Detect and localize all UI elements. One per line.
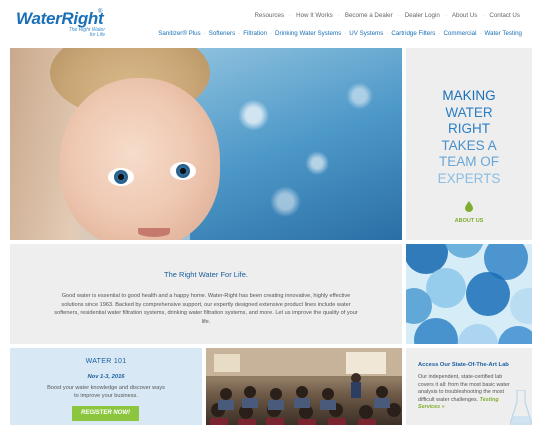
decorative-pattern bbox=[406, 244, 532, 344]
main-nav: Sanitizer® Plus · Softeners · Filtration · … bbox=[155, 30, 525, 37]
nav-water-testing[interactable]: Water Testing bbox=[482, 30, 525, 37]
water-101-date: Nov 1-3, 2016 bbox=[87, 374, 125, 380]
util-nav-how-it-works[interactable]: How It Works bbox=[291, 12, 338, 19]
utility-nav: Resources · How It Works · Become a Dealer… bbox=[249, 12, 525, 19]
nav-drinking-water-systems[interactable]: Drinking Water Systems bbox=[272, 30, 344, 37]
util-nav-about-us[interactable]: About Us bbox=[447, 12, 482, 19]
lab-body: Our independent, state-certified lab cov… bbox=[418, 374, 514, 412]
intro-body: Good water is essential to good health a… bbox=[54, 293, 358, 325]
about-us-link[interactable]: ABOUT US bbox=[406, 218, 532, 224]
logo-wordmark: WaterRight bbox=[16, 9, 104, 28]
tagline-line: EXPERTS bbox=[437, 170, 501, 186]
logo-tagline: The Right Water for Life bbox=[68, 27, 105, 38]
tagline-line: WATER bbox=[445, 104, 493, 120]
water-drop-icon bbox=[465, 201, 473, 212]
util-nav-contact-us[interactable]: Contact Us bbox=[484, 12, 525, 19]
classroom-photo bbox=[206, 348, 402, 425]
tagline-line: MAKING bbox=[442, 88, 496, 103]
water-101-body: Boost your water knowledge and discover … bbox=[47, 385, 165, 399]
nav-commercial[interactable]: Commercial bbox=[440, 30, 479, 37]
logo[interactable]: WaterRight ® The Right Water for Life bbox=[16, 9, 108, 39]
registered-mark: ® bbox=[98, 9, 103, 15]
classroom-scene bbox=[206, 348, 402, 425]
lab-promo: Access Our State-Of-The-Art Lab Our inde… bbox=[406, 348, 532, 425]
hero-child-eye-right bbox=[170, 162, 196, 180]
nav-softeners[interactable]: Softeners bbox=[206, 30, 238, 37]
register-now-button[interactable]: REGISTER NOW! bbox=[72, 406, 139, 421]
intro-section: The Right Water For Life. Good water is … bbox=[10, 244, 402, 344]
hero-water-background bbox=[190, 48, 402, 240]
tagline-line: RIGHT bbox=[448, 121, 490, 136]
lab-title: Access Our State-Of-The-Art Lab bbox=[418, 362, 509, 368]
nav-uv-systems[interactable]: UV Systems bbox=[346, 30, 386, 37]
site-header: WaterRight ® The Right Water for Life Re… bbox=[0, 0, 539, 44]
intro-title: The Right Water For Life. bbox=[164, 270, 248, 279]
tagline-line: TEAM OF bbox=[439, 154, 499, 169]
hero-child-mouth bbox=[138, 228, 170, 237]
tagline-headline: MAKING WATER RIGHT TAKES A TEAM OF EXPER… bbox=[406, 88, 532, 187]
tagline-line: TAKES A bbox=[441, 137, 497, 153]
util-nav-resources[interactable]: Resources bbox=[249, 12, 289, 19]
nav-cartridge-filters[interactable]: Cartridge Filters bbox=[388, 30, 438, 37]
hero-child-face bbox=[60, 78, 220, 240]
hero-child-eye-left bbox=[108, 168, 134, 186]
util-nav-dealer-login[interactable]: Dealer Login bbox=[400, 12, 445, 19]
util-nav-become-dealer[interactable]: Become a Dealer bbox=[340, 12, 398, 19]
flask-icon bbox=[510, 390, 532, 425]
hero-image bbox=[10, 48, 402, 240]
nav-filtration[interactable]: Filtration bbox=[240, 30, 270, 37]
water-101-promo: WATER 101 Nov 1-3, 2016 Boost your water… bbox=[10, 348, 202, 425]
tagline-panel: MAKING WATER RIGHT TAKES A TEAM OF EXPER… bbox=[406, 48, 532, 240]
nav-sanitizer-plus[interactable]: Sanitizer® Plus bbox=[155, 30, 203, 37]
water-101-title: WATER 101 bbox=[85, 358, 127, 365]
circle-pattern-graphic bbox=[406, 244, 532, 344]
